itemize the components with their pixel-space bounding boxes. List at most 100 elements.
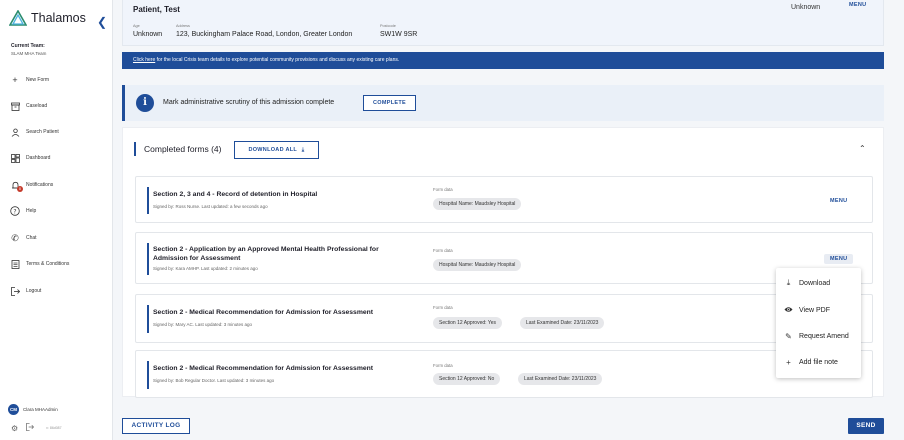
form-accent (147, 361, 149, 389)
address-value: 123, Buckingham Palace Road, London, Gre… (176, 31, 353, 38)
form-accent (147, 305, 149, 333)
form-accent (147, 187, 149, 214)
sidebar-item-label: Dashboard (26, 155, 51, 161)
form-card[interactable]: Section 2 - Medical Recommendation for A… (135, 294, 873, 343)
info-icon: i (136, 94, 154, 112)
sidebar-item-label: Help (26, 208, 37, 214)
form-title: Section 2 - Medical Recommendation for A… (153, 365, 374, 372)
form-data-chip: Section 12 Approved: No (433, 373, 501, 385)
gear-icon[interactable]: ⚙ (11, 424, 18, 433)
notification-badge: 0 (17, 186, 23, 192)
logout-icon[interactable] (26, 423, 35, 433)
activity-log-button[interactable]: ACTIVITY LOG (122, 418, 190, 434)
sidebar-item-search-patient[interactable]: Search Patient (10, 126, 59, 138)
patient-menu-button[interactable]: MENU (849, 2, 866, 8)
form-data-chip: Hospital Name: Maudsley Hospital (433, 259, 522, 271)
sidebar-item-dashboard[interactable]: Dashboard (10, 152, 50, 164)
form-accent (147, 243, 149, 275)
document-icon (10, 259, 20, 269)
plus-icon: + (12, 75, 18, 85)
form-data-chip: Last Examined Date: 23/11/2023 (518, 373, 603, 385)
menu-item-label: Add file note (799, 358, 838, 366)
form-signed-by: Signed by: Ross Nurse. Last updated: a f… (153, 204, 268, 209)
collapse-sidebar-icon[interactable]: ❮ (97, 15, 107, 29)
form-menu-button[interactable]: MENU (824, 196, 853, 206)
sidebar-item-label: Search Patient (26, 129, 59, 135)
eye-icon (784, 306, 793, 315)
phone-icon: ✆ (11, 232, 19, 243)
form-menu-dropdown: ⤓ Download View PDF ✎ Request Amend + Ad… (776, 268, 861, 378)
sidebar-item-label: Logout (26, 288, 42, 294)
sidebar-item-notifications[interactable]: 0 Notifications (10, 179, 54, 192)
app-name: Thalamos (31, 11, 86, 25)
form-card[interactable]: Section 2 - Application by an Approved M… (135, 232, 873, 284)
complete-scrutiny-button[interactable]: COMPLETE (363, 95, 416, 111)
menu-item-download[interactable]: ⤓ Download (784, 276, 830, 290)
current-team-name: SLAM MHA Team (11, 51, 47, 56)
download-icon: ⤓ (301, 147, 305, 153)
sidebar-item-help[interactable]: ? Help (10, 205, 36, 217)
sidebar-item-logout[interactable]: Logout (10, 285, 41, 297)
banner-text: for the local Crisis team details to exp… (155, 57, 400, 63)
postcode-label: Postcode (380, 24, 396, 28)
download-all-button[interactable]: DOWNLOAD ALL ⤓ (234, 141, 319, 159)
send-button[interactable]: SEND (848, 418, 884, 434)
sidebar-footer: ⚙ v: 86d087 (11, 423, 62, 433)
user-name: Clara MHAAdmin (23, 407, 58, 412)
app-version: v: 86d087 (46, 426, 62, 430)
completed-forms-title: Completed forms (4) (134, 142, 221, 156)
app-logo[interactable]: Thalamos (9, 10, 86, 26)
sidebar-item-chat[interactable]: ✆ Chat (10, 232, 37, 244)
current-user[interactable]: CM Clara MHAAdmin (8, 404, 58, 415)
menu-item-label: View PDF (799, 306, 830, 314)
menu-item-label: Request Amend (799, 332, 849, 340)
form-data-chip: Last Examined Date: 23/11/2023 (520, 317, 605, 329)
form-data-label: Form data (433, 248, 453, 253)
sidebar-item-caseload[interactable]: Caseload (10, 100, 47, 112)
form-data-chip: Section 12 Approved: Yes (433, 317, 502, 329)
menu-item-label: Download (799, 279, 831, 287)
age-value: Unknown (133, 31, 163, 38)
dashboard-icon (10, 153, 20, 163)
plus-icon: + (786, 357, 791, 367)
pencil-icon: ✎ (785, 331, 792, 341)
crisis-team-banner: Click here for the local Crisis team det… (122, 52, 884, 69)
form-data-label: Form data (433, 363, 453, 368)
download-all-label: DOWNLOAD ALL (248, 147, 297, 153)
form-menu-button[interactable]: MENU (824, 254, 854, 264)
sidebar-item-new-form[interactable]: + New Form (10, 74, 49, 86)
chevron-up-icon[interactable]: ⌃ (859, 144, 866, 153)
svg-text:?: ? (13, 208, 16, 215)
form-signed-by: Signed by: Mary AC. Last updated: 3 minu… (153, 322, 253, 327)
menu-item-view-pdf[interactable]: View PDF (784, 303, 830, 317)
patient-header: Patient, Test Age Unknown Address 123, B… (122, 0, 884, 46)
form-data-chip: Hospital Name: Maudsley Hospital (433, 198, 522, 210)
form-data-label: Form data (433, 305, 453, 310)
patient-extra-value: Unknown (791, 4, 821, 11)
form-data-label: Form data (433, 187, 453, 192)
sidebar-item-label: Chat (26, 235, 37, 241)
completed-forms-panel: Completed forms (4) DOWNLOAD ALL ⤓ ⌃ Sec… (122, 127, 884, 398)
form-card[interactable]: Section 2 - Medical Recommendation for A… (135, 350, 873, 398)
address-label: Address (176, 24, 190, 28)
menu-item-request-amend[interactable]: ✎ Request Amend (784, 329, 849, 343)
logout-icon (10, 286, 20, 296)
sidebar-item-label: Caseload (26, 103, 48, 109)
sidebar-item-label: New Form (26, 77, 50, 83)
sidebar: Thalamos ❮ Current Team: SLAM MHA Team +… (0, 0, 113, 440)
help-icon: ? (10, 206, 20, 216)
age-label: Age (133, 24, 140, 28)
crisis-team-link[interactable]: Click here (133, 57, 155, 63)
form-signed-by: Signed by: Kara AMHP. Last updated: 2 mi… (153, 266, 258, 271)
form-card[interactable]: Section 2, 3 and 4 - Record of detention… (135, 176, 873, 223)
sidebar-item-terms[interactable]: Terms & Conditions (10, 258, 69, 270)
form-title: Section 2 - Application by an Approved M… (153, 246, 379, 262)
scrutiny-text: Mark administrative scrutiny of this adm… (163, 99, 335, 106)
patient-name: Patient, Test (133, 5, 180, 14)
sidebar-item-label: Notifications (26, 182, 54, 188)
person-icon (10, 127, 20, 137)
archive-icon (10, 101, 20, 111)
menu-item-add-file-note[interactable]: + Add file note (784, 355, 838, 369)
scrutiny-card: i Mark administrative scrutiny of this a… (122, 85, 884, 121)
avatar: CM (8, 404, 19, 415)
